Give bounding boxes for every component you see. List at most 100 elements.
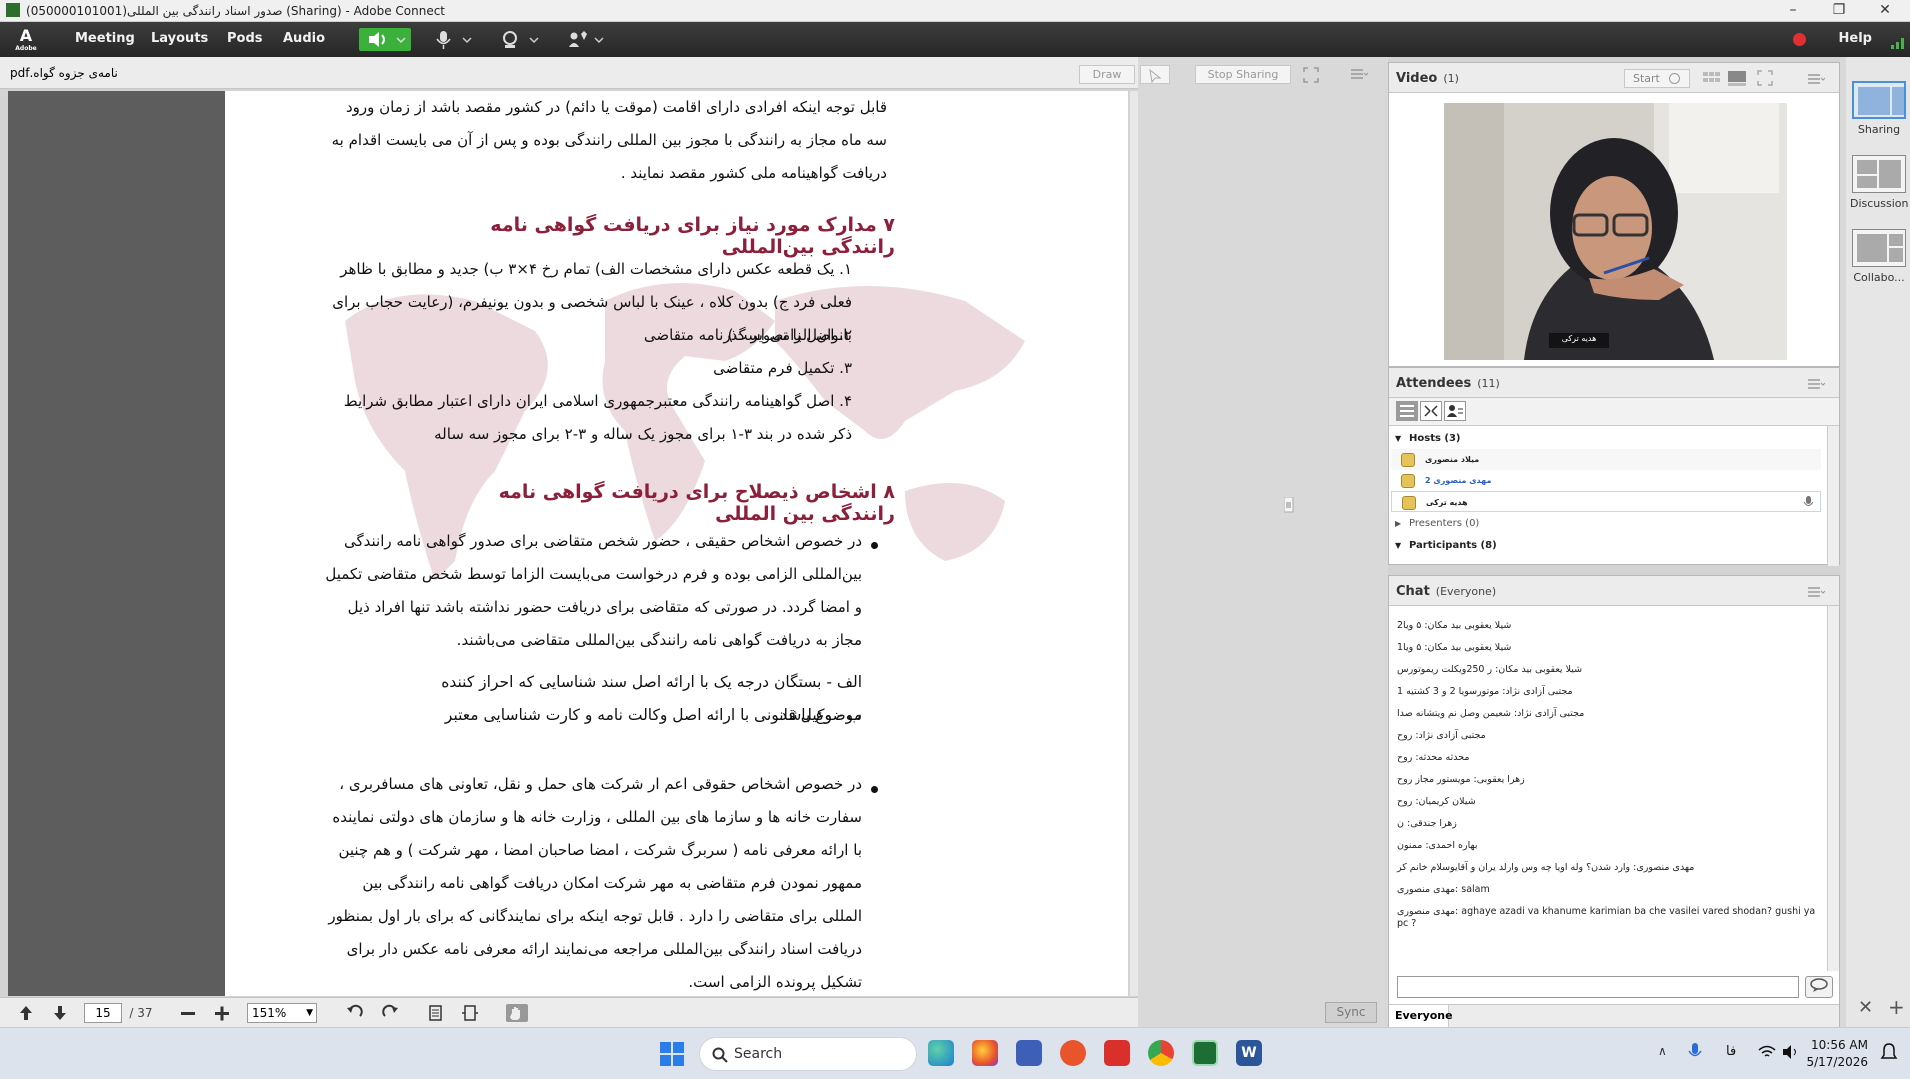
volume-icon[interactable] — [1782, 1044, 1800, 1060]
zoom-select[interactable]: 151% ▼ — [247, 1003, 317, 1023]
presenters-group-header[interactable]: ▶ Presenters (0) — [1391, 513, 1821, 534]
layout-collaboration[interactable]: Collabo... — [1850, 229, 1908, 284]
windows-start-icon[interactable] — [660, 1042, 684, 1066]
chat-scrollbar[interactable] — [1827, 606, 1839, 971]
layout-sharing-thumbnail — [1852, 81, 1906, 119]
pod-options-icon[interactable] — [1807, 378, 1825, 390]
pod-options-icon[interactable] — [1350, 68, 1368, 80]
filmstrip-view-icon[interactable] — [1727, 70, 1747, 87]
zoom-in-icon[interactable] — [214, 1004, 230, 1022]
chat-tab-everyone[interactable]: Everyone — [1389, 1005, 1453, 1027]
menu-pods[interactable]: Pods — [227, 31, 263, 46]
grid-view-icon[interactable] — [1702, 70, 1722, 87]
attendee-row[interactable]: هدیه ترکی — [1391, 491, 1821, 512]
microphone-button[interactable] — [430, 28, 478, 51]
notes-app-icon[interactable] — [1016, 1040, 1042, 1066]
adobe-connect-taskbar-icon[interactable] — [1192, 1040, 1218, 1066]
fit-page-icon[interactable] — [462, 1004, 478, 1022]
scrollbar-grip-icon[interactable] — [1284, 497, 1294, 513]
next-page-icon[interactable] — [52, 1004, 68, 1022]
status-view-icon[interactable] — [1444, 401, 1466, 421]
host-user-icon — [1401, 474, 1415, 488]
chat-message: مجتبی آزادی نژاد: موتورسویا 2 و 3 کشتیه … — [1397, 686, 1573, 697]
pod-options-icon[interactable] — [1807, 73, 1825, 85]
previous-page-icon[interactable] — [18, 1004, 34, 1022]
pointer-button[interactable] — [1140, 65, 1170, 84]
chat-message: مهدی منصوری: aghaye azadi va khanume kar… — [1397, 906, 1816, 929]
zoom-out-icon[interactable] — [180, 1004, 196, 1022]
fullscreen-icon[interactable] — [1757, 70, 1773, 86]
menu-audio[interactable]: Audio — [283, 31, 325, 46]
signal-strength-icon — [1891, 38, 1904, 49]
edge-browser-icon[interactable] — [928, 1040, 954, 1066]
menu-layouts[interactable]: Layouts — [151, 31, 208, 46]
attendee-row[interactable]: مهدی منصوری 2 — [1391, 470, 1821, 491]
chat-footer: Everyone — [1389, 1004, 1839, 1027]
chat-messages[interactable]: شیلا یعقوبی بید مکان: ۵ ویا2 شیلا یعقوبی… — [1389, 606, 1827, 966]
microphone-tray-icon[interactable] — [1688, 1042, 1702, 1062]
speaker-toggle-button[interactable] — [359, 28, 411, 51]
chat-message: شیلا یعقوبی بید مکان: ۵ ویا1 — [1397, 642, 1512, 653]
speaker-icon — [369, 32, 406, 47]
document-viewer[interactable]: قابل توجه اینکه افرادی دارای اقامت (موقت… — [8, 91, 1128, 996]
right-column: Video (1) Start هدیه ترکی Attendees (11)… — [1388, 57, 1840, 1027]
attendee-row[interactable]: میلاد منصوری — [1391, 449, 1821, 470]
document-filename: نامه‌ی جزوه گواه.pdf — [10, 66, 118, 80]
anydesk-icon[interactable] — [1104, 1040, 1130, 1066]
maximize-button[interactable]: ❐ — [1816, 0, 1862, 22]
draw-button[interactable]: Draw — [1079, 65, 1135, 84]
layout-discussion-thumbnail — [1852, 155, 1906, 193]
layout-discussion[interactable]: Discussion — [1850, 155, 1909, 210]
input-language-indicator[interactable]: فا — [1726, 1044, 1736, 1059]
delete-layout-icon[interactable]: ✕ — [1858, 997, 1873, 1018]
breakout-view-icon[interactable] — [1420, 401, 1442, 421]
list-view-icon[interactable] — [1396, 401, 1418, 421]
media-app-icon[interactable] — [1060, 1040, 1086, 1066]
notification-bell-icon[interactable] — [1880, 1042, 1898, 1062]
taskbar-search-box[interactable]: Search — [699, 1037, 917, 1071]
attendee-list: ▼ Hosts (3) میلاد منصوری مهدی منصوری 2 هد… — [1389, 426, 1827, 566]
chat-message: مجتبی آزادی نژاد: روح — [1397, 730, 1486, 741]
firefox-icon[interactable] — [972, 1040, 998, 1066]
show-hidden-icons-icon[interactable]: ∧ — [1658, 1044, 1667, 1058]
send-message-button[interactable] — [1805, 976, 1833, 998]
start-webcam-button[interactable]: Start — [1624, 69, 1690, 88]
word-icon[interactable]: W — [1236, 1040, 1262, 1066]
chrome-icon[interactable] — [1148, 1040, 1174, 1066]
stop-sharing-button[interactable]: Stop Sharing — [1195, 65, 1291, 84]
close-button[interactable]: ✕ — [1862, 0, 1908, 22]
video-pod-title: Video — [1396, 71, 1438, 86]
menu-meeting[interactable]: Meeting — [75, 31, 135, 46]
fullscreen-icon[interactable] — [1303, 67, 1319, 83]
sync-button[interactable]: Sync — [1325, 1002, 1377, 1023]
attendees-count: (11) — [1477, 377, 1500, 390]
add-layout-icon[interactable]: + — [1888, 995, 1905, 1019]
hosts-group-header[interactable]: ▼ Hosts (3) — [1391, 428, 1821, 449]
layout-collaboration-thumbnail — [1852, 229, 1906, 267]
chat-message-input[interactable] — [1397, 976, 1799, 998]
fit-width-icon[interactable] — [428, 1004, 444, 1022]
bullet-icon — [871, 542, 878, 549]
hand-tool-button[interactable] — [506, 1004, 528, 1022]
menu-help[interactable]: Help — [1839, 31, 1872, 46]
rotate-right-icon[interactable] — [381, 1004, 399, 1022]
page-number-input[interactable]: 15 — [84, 1003, 122, 1023]
raise-hand-button[interactable] — [564, 28, 610, 51]
attendees-pod-header: Attendees (11) — [1389, 368, 1839, 398]
wifi-icon[interactable] — [1758, 1044, 1776, 1060]
rotate-left-icon[interactable] — [346, 1004, 364, 1022]
attendee-scrollbar[interactable] — [1827, 426, 1839, 566]
taskbar-clock[interactable]: 10:56 AM 5/17/2026 — [1806, 1037, 1868, 1071]
webcam-icon — [1669, 73, 1680, 84]
chat-message: شیلان کریمیان: روح — [1397, 796, 1476, 807]
webcam-feed[interactable]: هدیه ترکی — [1444, 103, 1787, 360]
layout-sharing[interactable]: Sharing — [1850, 81, 1908, 136]
pod-options-icon[interactable] — [1807, 586, 1825, 598]
participants-group-header[interactable]: ▼ Participants (8) — [1391, 535, 1821, 556]
minimize-button[interactable]: – — [1770, 0, 1816, 22]
webcam-button[interactable] — [497, 28, 545, 51]
recording-indicator-icon[interactable] — [1793, 33, 1806, 46]
document-scrollbar[interactable] — [1130, 91, 1138, 996]
microphone-active-icon — [1803, 496, 1814, 506]
video-name-tag: هدیه ترکی — [1561, 334, 1597, 343]
